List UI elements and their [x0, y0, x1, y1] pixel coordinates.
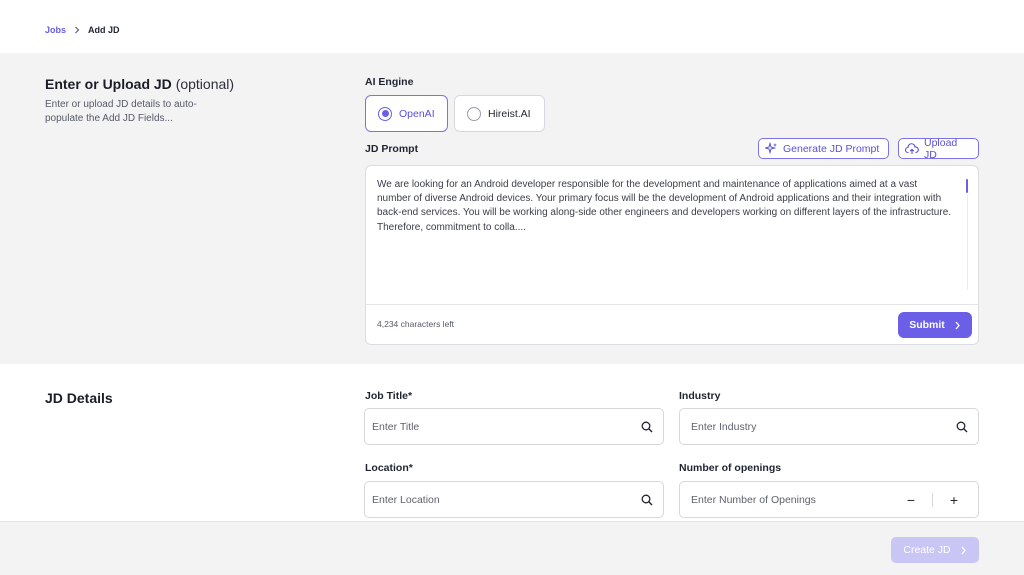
breadcrumb: Jobs Add JD	[45, 23, 120, 37]
industry-input[interactable]	[680, 409, 978, 444]
openings-stepper: − +	[902, 489, 963, 511]
sparkle-icon	[765, 142, 778, 155]
breadcrumb-jobs-link[interactable]: Jobs	[45, 25, 66, 35]
openings-field: − +	[679, 481, 979, 518]
jd-details-title: JD Details	[45, 390, 113, 406]
radio-selected-icon	[378, 106, 392, 121]
textarea-scroll-thumb[interactable]	[966, 179, 968, 193]
upload-section-title: Enter or Upload JD (optional)	[45, 76, 234, 92]
engine-option-openai[interactable]: OpenAI	[365, 95, 448, 132]
engine-option-label: Hireist.AI	[488, 107, 531, 120]
textarea-divider	[366, 304, 978, 305]
upload-title-main: Enter or Upload JD	[45, 76, 172, 92]
generate-jd-prompt-label: Generate JD Prompt	[783, 142, 880, 155]
location-label: Location*	[365, 462, 413, 474]
search-icon[interactable]	[640, 420, 654, 434]
job-title-label: Job Title*	[365, 390, 413, 402]
plus-icon[interactable]: +	[945, 492, 963, 508]
bottom-action-bar	[0, 521, 1024, 575]
create-jd-label: Create JD	[903, 544, 951, 556]
jd-prompt-text[interactable]: We are looking for an Android developer …	[377, 178, 953, 235]
search-icon[interactable]	[955, 420, 969, 434]
upload-jd-button[interactable]: Upload JD	[898, 136, 979, 161]
location-field	[364, 481, 664, 518]
openings-label: Number of openings	[679, 462, 782, 474]
characters-left-counter: 4,234 characters left	[377, 319, 455, 329]
submit-button[interactable]: Submit	[898, 312, 972, 338]
upload-jd-label: Upload JD	[924, 136, 958, 161]
breadcrumb-current: Add JD	[88, 25, 120, 35]
textarea-scroll-track[interactable]	[967, 194, 968, 290]
upload-section-description: Enter or upload JD details to auto-popul…	[45, 99, 197, 124]
upload-title-optional: (optional)	[175, 76, 235, 92]
chevron-right-icon	[960, 546, 967, 555]
search-icon[interactable]	[640, 493, 654, 507]
chevron-right-icon	[71, 24, 83, 36]
cloud-upload-icon	[905, 142, 919, 155]
jd-prompt-textarea[interactable]: We are looking for an Android developer …	[365, 165, 979, 345]
radio-unselected-icon	[467, 106, 481, 121]
industry-field	[679, 408, 979, 445]
submit-label: Submit	[909, 319, 945, 331]
create-jd-button[interactable]: Create JD	[891, 537, 979, 563]
job-title-field	[364, 408, 664, 445]
industry-label: Industry	[679, 390, 721, 402]
jd-prompt-label: JD Prompt	[365, 143, 419, 155]
stepper-divider	[932, 493, 933, 507]
chevron-right-icon	[954, 321, 961, 330]
job-title-input[interactable]	[365, 409, 663, 444]
location-input[interactable]	[365, 482, 663, 517]
minus-icon[interactable]: −	[902, 492, 920, 508]
generate-jd-prompt-button[interactable]: Generate JD Prompt	[758, 138, 889, 159]
ai-engine-label: AI Engine	[365, 76, 414, 88]
engine-option-label: OpenAI	[399, 107, 435, 120]
engine-option-hireist[interactable]: Hireist.AI	[454, 95, 545, 132]
